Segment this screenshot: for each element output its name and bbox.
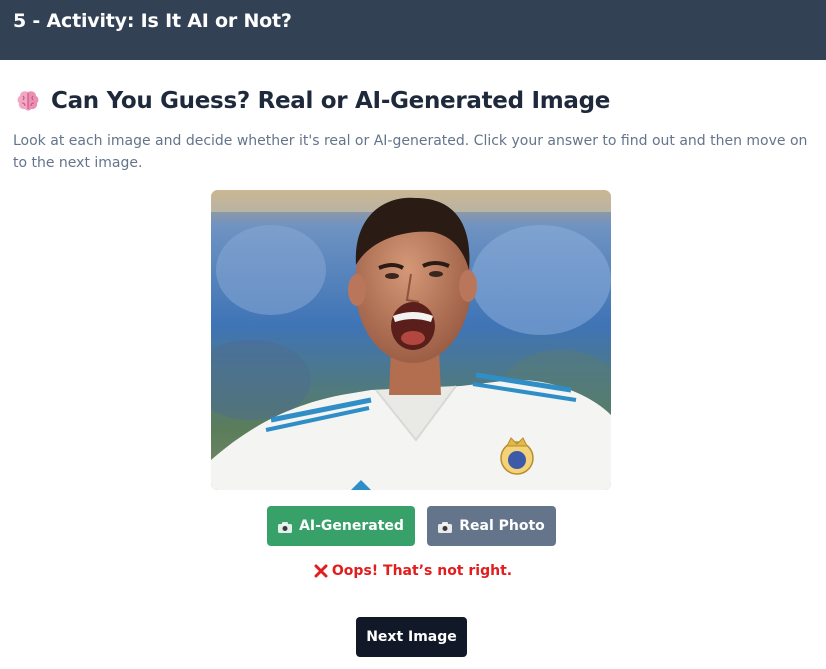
real-photo-label: Real Photo [459, 518, 545, 534]
top-bar: 5 - Activity: Is It AI or Not? [0, 0, 826, 60]
ai-generated-label: AI-Generated [299, 518, 404, 534]
camera-icon [438, 521, 453, 533]
activity-heading: Can You Guess? Real or AI-Generated Imag… [15, 88, 610, 114]
feedback-text: Oops! That’s not right. [331, 563, 513, 579]
real-photo-button[interactable]: Real Photo [427, 506, 556, 546]
camera-icon [278, 521, 293, 533]
brain-icon [15, 88, 41, 114]
next-image-button[interactable]: Next Image [356, 617, 467, 657]
activity-image [211, 190, 611, 490]
cross-mark-icon [314, 564, 328, 578]
page-title: 5 - Activity: Is It AI or Not? [13, 10, 292, 32]
ai-generated-button[interactable]: AI-Generated [267, 506, 415, 546]
answer-feedback: Oops! That’s not right. [0, 563, 826, 579]
activity-instructions: Look at each image and decide whether it… [13, 133, 808, 171]
activity-title: Can You Guess? Real or AI-Generated Imag… [51, 88, 611, 114]
